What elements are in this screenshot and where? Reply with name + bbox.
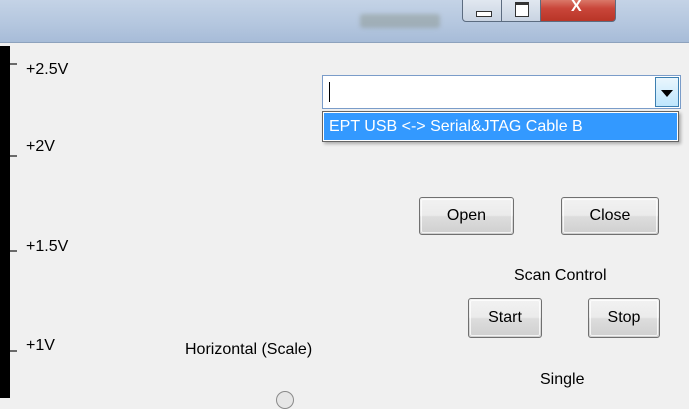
device-select-combobox[interactable] bbox=[322, 75, 681, 109]
scope-tick bbox=[10, 350, 17, 352]
device-select-dropdown-list: EPT USB <-> Serial&JTAG Cable B bbox=[322, 111, 679, 142]
voltage-label-2-5v: +2.5V bbox=[26, 61, 69, 78]
close-icon: X bbox=[571, 0, 582, 15]
device-option-ept-usb-cable-b[interactable]: EPT USB <-> Serial&JTAG Cable B bbox=[324, 113, 677, 140]
minimize-icon bbox=[476, 11, 492, 17]
window-titlebar[interactable]: X bbox=[0, 0, 689, 42]
scope-tick bbox=[10, 155, 17, 157]
window-close-button[interactable]: X bbox=[540, 0, 616, 22]
open-button[interactable]: Open bbox=[419, 197, 514, 235]
scope-display bbox=[0, 46, 10, 398]
scope-tick bbox=[10, 63, 17, 65]
text-caret bbox=[329, 82, 330, 102]
chevron-down-icon bbox=[661, 89, 673, 97]
close-button[interactable]: Close bbox=[561, 197, 659, 235]
horizontal-scale-label: Horizontal (Scale) bbox=[185, 341, 313, 358]
single-trigger-label: Single bbox=[540, 371, 585, 388]
voltage-label-1v: +1V bbox=[26, 337, 55, 354]
minimize-button[interactable] bbox=[462, 0, 502, 22]
horizontal-scale-knob[interactable] bbox=[276, 391, 294, 409]
client-top-border bbox=[0, 42, 689, 43]
voltage-label-2v: +2V bbox=[26, 138, 55, 155]
stop-button[interactable]: Stop bbox=[588, 298, 660, 338]
maximize-button[interactable] bbox=[501, 0, 541, 22]
voltage-label-1-5v: +1.5V bbox=[26, 238, 69, 255]
start-button[interactable]: Start bbox=[468, 298, 542, 338]
scope-tick bbox=[10, 250, 17, 252]
window-title-blurred bbox=[360, 14, 440, 28]
maximize-icon bbox=[515, 2, 529, 17]
device-select-dropdown-button[interactable] bbox=[655, 77, 679, 107]
scan-control-label: Scan Control bbox=[514, 267, 607, 284]
